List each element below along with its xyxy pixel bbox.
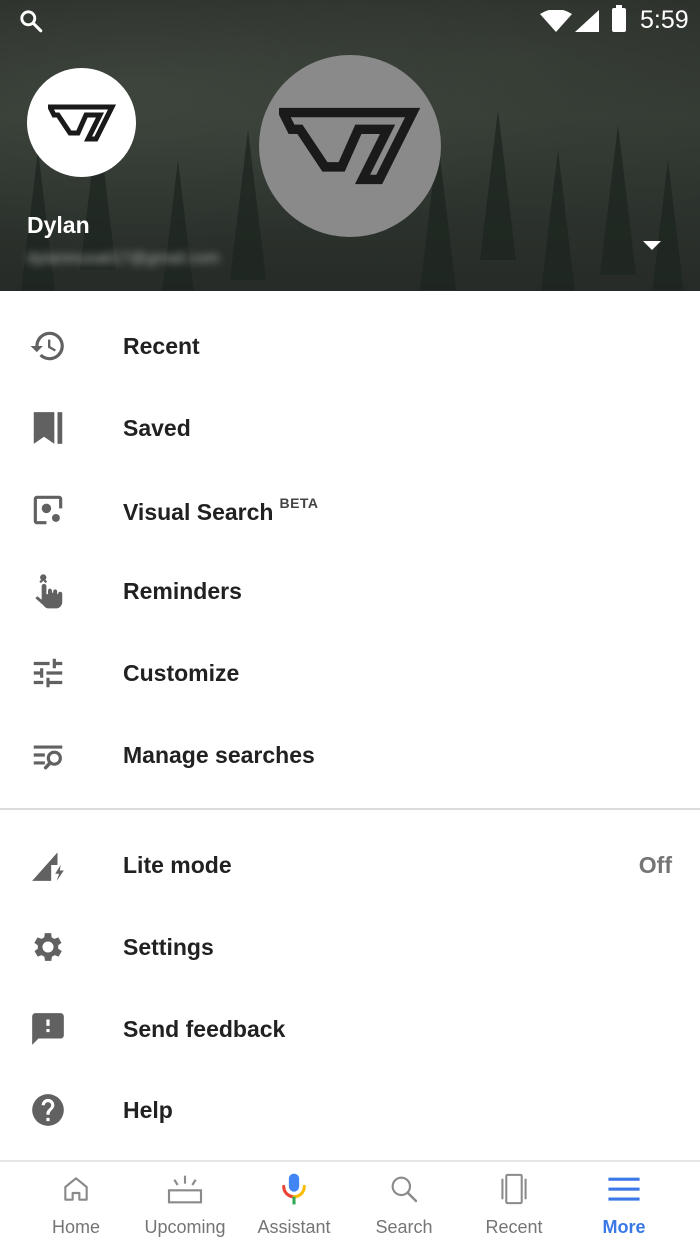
- help-icon: [28, 1090, 68, 1130]
- menu-item-send-feedback[interactable]: Send feedback: [0, 988, 700, 1070]
- recent-cards-icon: [494, 1171, 534, 1207]
- menu-item-label: Customize: [123, 659, 240, 686]
- w-logo-icon: [47, 104, 116, 141]
- nav-upcoming[interactable]: Upcoming: [130, 1162, 240, 1244]
- menu-item-label: Help: [123, 1096, 173, 1123]
- w-logo-icon: [279, 107, 421, 185]
- nav-search[interactable]: Search: [349, 1162, 459, 1244]
- manage-search-icon: [28, 735, 68, 775]
- menu-item-label: Recent: [123, 332, 200, 359]
- reminder-hand-icon: [28, 571, 68, 611]
- gear-icon: [28, 927, 68, 967]
- bottom-navigation: Home Upcoming Assistant Search Recent Mo…: [0, 1160, 700, 1244]
- search-icon[interactable]: [18, 8, 44, 34]
- history-icon: [28, 326, 68, 366]
- upcoming-icon: [165, 1171, 205, 1207]
- bookmark-icon: [28, 408, 68, 448]
- wifi-icon: [540, 10, 572, 32]
- menu-item-label: Lite mode: [123, 851, 232, 878]
- account-name: Dylan: [27, 212, 90, 238]
- nav-label: Recent: [485, 1217, 543, 1237]
- home-icon: [56, 1171, 96, 1207]
- lite-mode-value: Off: [638, 851, 672, 878]
- menu-item-label: Saved: [123, 414, 191, 441]
- nav-label: Search: [375, 1217, 433, 1237]
- menu-item-settings[interactable]: Settings: [0, 906, 700, 988]
- status-bar: 5:59: [0, 0, 700, 42]
- menu-item-customize[interactable]: Customize: [0, 632, 700, 714]
- nav-label: Upcoming: [144, 1217, 226, 1237]
- mic-icon: [274, 1171, 314, 1207]
- menu-item-label: Reminders: [123, 577, 242, 604]
- feedback-icon: [28, 1009, 68, 1049]
- nav-home[interactable]: Home: [21, 1162, 131, 1244]
- tune-icon: [28, 653, 68, 693]
- search-icon: [384, 1171, 424, 1207]
- nav-more[interactable]: More: [569, 1162, 679, 1244]
- account-avatar[interactable]: [27, 68, 136, 177]
- account-email: dylanmusati17@gmail.com: [27, 250, 220, 267]
- menu-icon: [604, 1171, 644, 1207]
- menu-item-manage-searches[interactable]: Manage searches: [0, 714, 700, 796]
- status-time: 5:59: [640, 6, 689, 34]
- nav-assistant[interactable]: Assistant: [239, 1162, 349, 1244]
- nav-label: Assistant: [257, 1217, 331, 1237]
- lite-signal-icon: [28, 845, 68, 885]
- menu-item-visual-search[interactable]: Visual Search BETA: [0, 469, 700, 551]
- account-header: 5:59 Dylan dylanmusati17@gmail.com: [0, 0, 700, 291]
- menu-item-lite-mode[interactable]: Lite mode Off: [0, 824, 700, 906]
- nav-label: Home: [51, 1217, 100, 1237]
- menu-item-saved[interactable]: Saved: [0, 387, 700, 469]
- menu-item-label: Visual Search BETA: [123, 494, 319, 525]
- menu-item-label: Settings: [123, 933, 214, 960]
- visual-search-icon: [28, 490, 68, 530]
- menu-item-recent[interactable]: Recent: [0, 305, 700, 387]
- nav-label: More: [602, 1217, 646, 1237]
- nav-recent[interactable]: Recent: [459, 1162, 569, 1244]
- cell-signal-icon: [575, 10, 599, 32]
- menu-item-label: Manage searches: [123, 741, 315, 768]
- account-switcher-arrow-icon[interactable]: [640, 238, 664, 252]
- menu-item-reminders[interactable]: Reminders: [0, 550, 700, 632]
- menu-item-help[interactable]: Help: [0, 1069, 700, 1151]
- menu-divider: [0, 808, 700, 810]
- account-avatar-large[interactable]: [259, 55, 441, 237]
- menu-item-label: Send feedback: [123, 1015, 286, 1042]
- battery-icon: [612, 5, 626, 32]
- beta-badge: BETA: [279, 494, 319, 511]
